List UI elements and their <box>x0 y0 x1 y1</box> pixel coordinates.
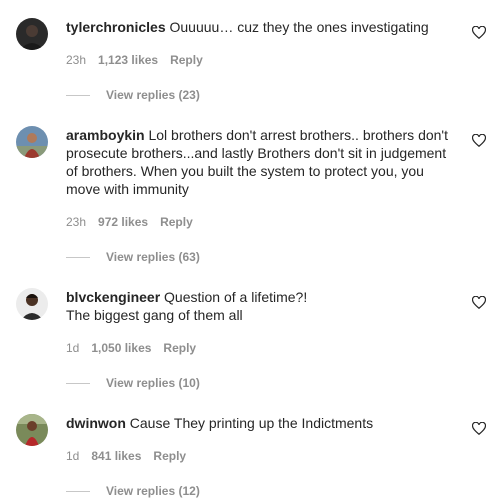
heart-outline-icon[interactable] <box>471 421 487 436</box>
avatar[interactable] <box>16 414 48 446</box>
comment-time: 23h <box>66 215 87 229</box>
comment-username[interactable]: tylerchronicles <box>66 19 166 35</box>
reply-button[interactable]: Reply <box>160 214 193 230</box>
comment-text: Cause They printing up the Indictments <box>129 415 374 431</box>
comment-likes[interactable]: 972 likes <box>98 214 148 230</box>
heart-outline-icon[interactable] <box>471 25 487 40</box>
comment-meta: 23h 972 likes Reply <box>66 214 193 230</box>
comment-meta: 23h 1,123 likes Reply <box>66 52 203 68</box>
view-replies-label: View replies (63) <box>106 250 200 264</box>
comment-likes[interactable]: 1,123 likes <box>98 52 158 68</box>
comment-time: 23h <box>66 53 87 67</box>
view-replies-label: View replies (12) <box>106 484 200 498</box>
comment-meta: 1d 1,050 likes Reply <box>66 340 196 356</box>
comment-username[interactable]: aramboykin <box>66 127 145 143</box>
replies-divider <box>66 94 90 96</box>
avatar[interactable] <box>16 288 48 320</box>
avatar[interactable] <box>16 18 48 50</box>
comment-username[interactable]: dwinwon <box>66 415 126 431</box>
comment-body: blvckengineer Question of a lifetime?! T… <box>66 288 456 324</box>
comment-username[interactable]: blvckengineer <box>66 289 160 305</box>
reply-button[interactable]: Reply <box>163 340 196 356</box>
comment-likes[interactable]: 841 likes <box>91 448 141 464</box>
comment-text: Ouuuuu… cuz they the ones investigating <box>169 19 429 35</box>
replies-divider <box>66 382 90 384</box>
comment-body: dwinwon Cause They printing up the Indic… <box>66 414 456 432</box>
view-replies-label: View replies (23) <box>106 88 200 102</box>
replies-divider <box>66 256 90 258</box>
comment-body: tylerchronicles Ouuuuu… cuz they the one… <box>66 18 456 36</box>
comment-meta: 1d 841 likes Reply <box>66 448 186 464</box>
avatar[interactable] <box>16 126 48 158</box>
replies-divider <box>66 490 90 492</box>
view-replies-button[interactable]: View replies (10) <box>66 375 200 391</box>
comment-time: 1d <box>66 449 80 463</box>
heart-outline-icon[interactable] <box>471 133 487 148</box>
comment-time: 1d <box>66 341 80 355</box>
heart-outline-icon[interactable] <box>471 295 487 310</box>
comment-likes[interactable]: 1,050 likes <box>91 340 151 356</box>
view-replies-button[interactable]: View replies (23) <box>66 87 200 103</box>
reply-button[interactable]: Reply <box>153 448 186 464</box>
reply-button[interactable]: Reply <box>170 52 203 68</box>
view-replies-button[interactable]: View replies (63) <box>66 249 200 265</box>
view-replies-button[interactable]: View replies (12) <box>66 483 200 499</box>
view-replies-label: View replies (10) <box>106 376 200 390</box>
comment-body: aramboykin Lol brothers don't arrest bro… <box>66 126 456 198</box>
